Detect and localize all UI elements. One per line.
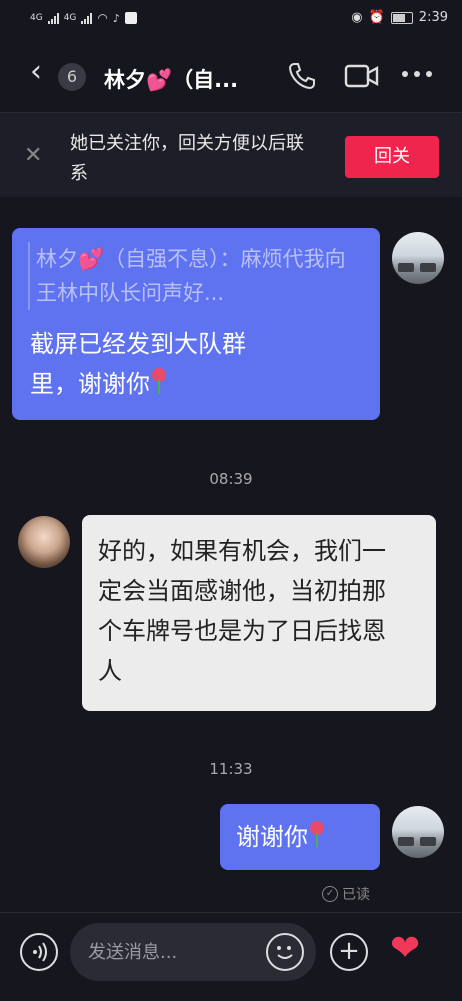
message-bubble-self[interactable]: 林夕💕（自强不息）：麻烦代我向王林中队长问声好... 截屏已经发到大队群 里，谢… bbox=[12, 228, 380, 420]
status-icons-right: ◉ ⏰ 2:39 bbox=[351, 10, 448, 25]
avatar[interactable] bbox=[392, 232, 444, 284]
signal-label: 4G bbox=[30, 13, 43, 23]
eye-icon: ◉ bbox=[351, 10, 363, 25]
message-text: 截屏已经发到大队群 里，谢谢你 bbox=[30, 324, 350, 404]
chat-title[interactable]: 林夕💕（自... bbox=[104, 64, 238, 94]
status-time: 2:39 bbox=[418, 10, 448, 25]
follow-back-button[interactable]: 回关 bbox=[345, 136, 439, 178]
quoted-message[interactable]: 林夕💕（自强不息）：麻烦代我向王林中队长问声好... bbox=[28, 242, 366, 310]
voice-input-icon[interactable] bbox=[20, 933, 58, 971]
message-text: 谢谢你 bbox=[236, 817, 326, 857]
video-call-icon[interactable] bbox=[344, 62, 380, 94]
app-notification-icon bbox=[124, 12, 137, 24]
alarm-icon: ⏰ bbox=[368, 10, 385, 25]
phone-call-icon[interactable] bbox=[286, 60, 318, 96]
signal-label-2: 4G bbox=[63, 13, 77, 23]
timestamp: 11:33 bbox=[209, 760, 253, 778]
status-bar: 4G 4G ◠ ♪ ◉ ⏰ 2:39 bbox=[0, 0, 462, 36]
unread-count-badge[interactable]: 6 bbox=[58, 63, 86, 91]
message-bubble-other[interactable]: 好的，如果有机会，我们一定会当面感谢他，当初拍那个车牌号也是为了日后找恩人 bbox=[82, 515, 436, 711]
message-text-line: 里，谢谢你 bbox=[30, 370, 150, 398]
close-icon[interactable]: ✕ bbox=[24, 143, 42, 168]
follow-banner-text: 她已关注你，回关方便以后联系 bbox=[70, 133, 304, 184]
check-icon: ✓ bbox=[322, 886, 338, 902]
battery-icon bbox=[390, 11, 413, 24]
more-options-icon[interactable] bbox=[402, 71, 432, 77]
tiktok-icon: ♪ bbox=[112, 11, 120, 25]
add-icon[interactable]: + bbox=[330, 933, 368, 971]
read-status-label: 已读 bbox=[342, 887, 370, 903]
input-bar: + ❤ bbox=[0, 912, 462, 1001]
heart-icon[interactable]: ❤ bbox=[390, 929, 420, 969]
avatar[interactable] bbox=[18, 516, 70, 568]
read-status: ✓ 已读 bbox=[322, 884, 370, 904]
status-icons-left: 4G 4G ◠ ♪ bbox=[30, 11, 137, 25]
back-icon[interactable]: ‹ bbox=[30, 57, 42, 87]
avatar[interactable] bbox=[392, 806, 444, 858]
rose-emoji-icon bbox=[150, 368, 168, 396]
timestamp: 08:39 bbox=[209, 470, 253, 488]
signal-icon bbox=[47, 12, 59, 24]
message-bubble-self[interactable]: 谢谢你 bbox=[220, 804, 380, 870]
message-text-line: 谢谢你 bbox=[236, 823, 308, 851]
emoji-icon[interactable] bbox=[266, 933, 304, 971]
message-text: 好的，如果有机会，我们一定会当面感谢他，当初拍那个车牌号也是为了日后找恩人 bbox=[98, 537, 386, 685]
wifi-icon: ◠ bbox=[97, 11, 108, 25]
message-text-line: 截屏已经发到大队群 bbox=[30, 330, 246, 358]
signal-icon-2 bbox=[81, 12, 93, 24]
rose-emoji-icon bbox=[308, 821, 326, 849]
